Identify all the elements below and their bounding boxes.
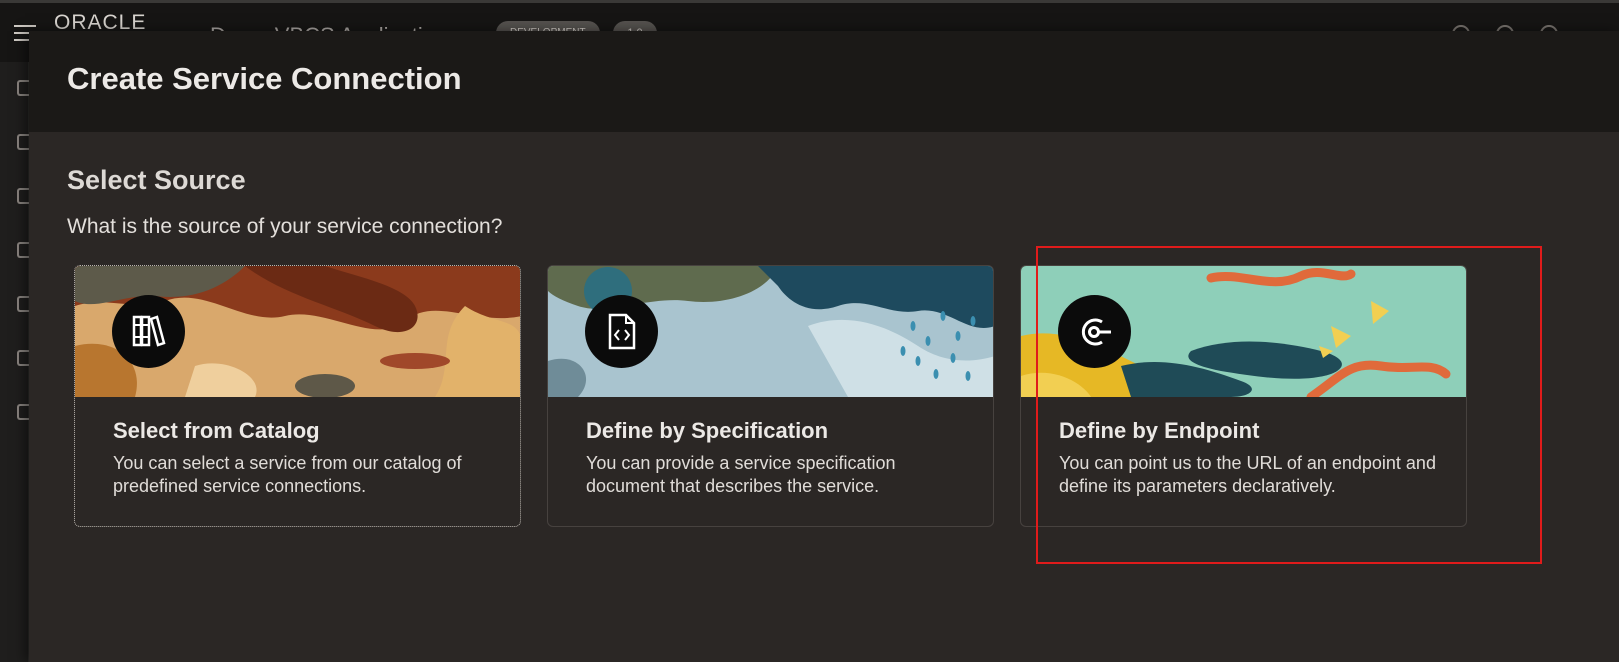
select-from-catalog-card[interactable]: Select from Catalog You can select a ser…	[74, 265, 521, 527]
catalog-books-icon	[112, 295, 185, 368]
dialog-title: Create Service Connection	[67, 61, 462, 96]
catalog-banner-illustration	[75, 266, 520, 397]
dialog-header: Create Service Connection	[29, 31, 1619, 132]
web-apps-icon[interactable]	[17, 80, 29, 96]
card-title: Select from Catalog	[113, 418, 320, 443]
endpoint-card-highlight	[1036, 246, 1542, 564]
left-navigator	[0, 62, 29, 662]
services-icon[interactable]	[17, 242, 29, 258]
card-title: Define by Specification	[586, 418, 829, 443]
components-icon[interactable]	[17, 296, 29, 312]
business-objects-icon[interactable]	[17, 188, 29, 204]
card-description: You can provide a service specification …	[586, 453, 896, 496]
code-document-icon	[585, 295, 658, 368]
section-title: Select Source	[67, 165, 246, 195]
processes-icon[interactable]	[17, 350, 29, 366]
preview-icon[interactable]	[17, 134, 29, 150]
card-description: You can select a service from our catalo…	[113, 453, 462, 496]
define-by-specification-card[interactable]: Define by Specification You can provide …	[547, 265, 994, 527]
specification-banner-illustration	[548, 266, 993, 397]
source-icon[interactable]	[17, 404, 29, 420]
source-question: What is the source of your service conne…	[67, 215, 503, 238]
